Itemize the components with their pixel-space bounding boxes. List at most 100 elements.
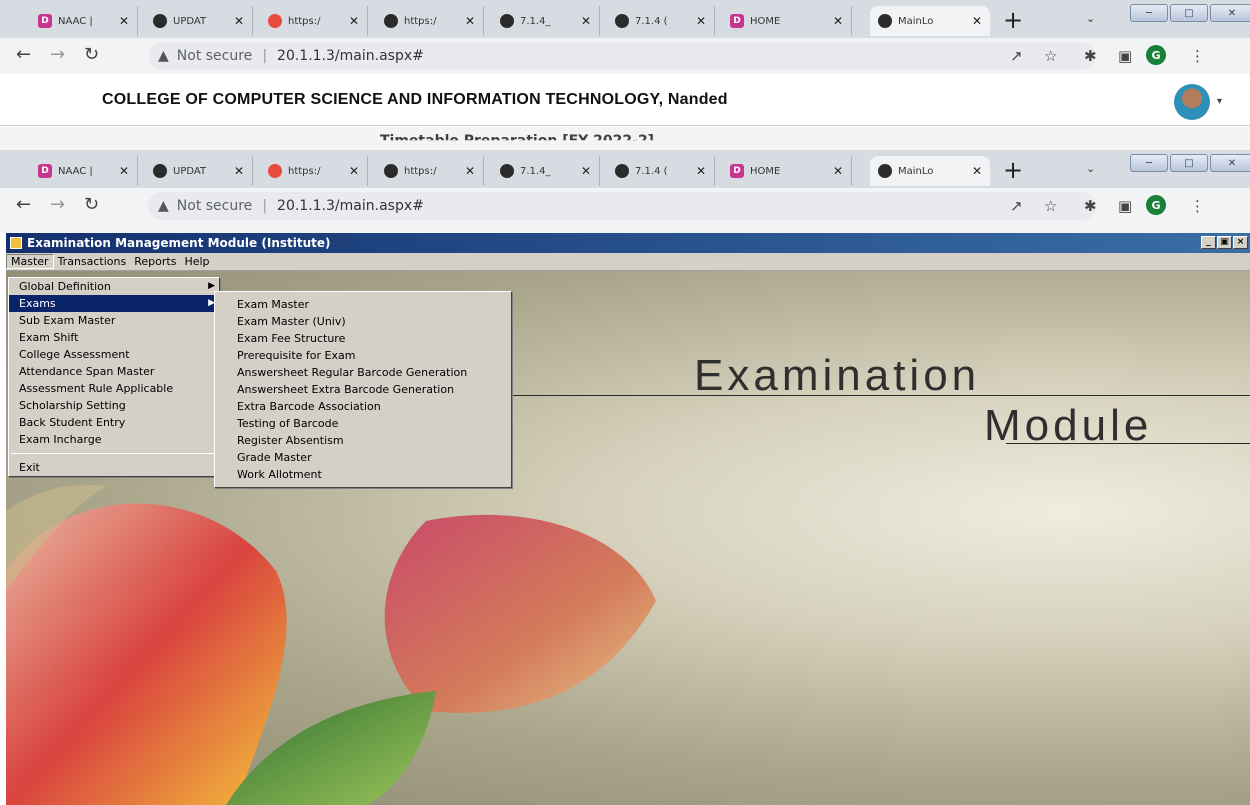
window-controls: ─ □ ✕ bbox=[1130, 4, 1250, 22]
browser-tab[interactable]: D HOME ✕ bbox=[722, 6, 852, 36]
close-tab-icon[interactable]: ✕ bbox=[696, 164, 706, 178]
submenu-item[interactable]: Answersheet Extra Barcode Generation bbox=[215, 381, 511, 398]
submenu-item[interactable]: Exam Master bbox=[215, 296, 511, 313]
share-icon[interactable]: ↗ bbox=[1010, 47, 1023, 65]
submenu-item[interactable]: Grade Master bbox=[215, 449, 511, 466]
close-tab-icon[interactable]: ✕ bbox=[349, 164, 359, 178]
menu-item[interactable]: Assessment Rule Applicable bbox=[9, 380, 219, 397]
maximize-button[interactable]: □ bbox=[1170, 4, 1208, 22]
menu-help[interactable]: Help bbox=[180, 255, 213, 268]
close-tab-icon[interactable]: ✕ bbox=[465, 164, 475, 178]
browser-tab-2[interactable]: 7.1.4 (✕ bbox=[607, 156, 715, 186]
close-tab-icon[interactable]: ✕ bbox=[234, 14, 244, 28]
maximize-button-2[interactable]: □ bbox=[1170, 154, 1208, 172]
browser-tab-2[interactable]: https:/ ✕ bbox=[260, 156, 368, 186]
back-icon-2[interactable]: ← bbox=[16, 194, 31, 215]
share-icon-2[interactable]: ↗ bbox=[1010, 197, 1023, 215]
menu-item[interactable]: Scholarship Setting bbox=[9, 397, 219, 414]
forward-icon-2[interactable]: → bbox=[50, 194, 65, 215]
menu-item[interactable]: Sub Exam Master bbox=[9, 312, 219, 329]
bookmark-star-icon[interactable]: ☆ bbox=[1044, 47, 1057, 65]
browser-tab[interactable]: UPDAT ✕ bbox=[145, 6, 253, 36]
omnibox-2[interactable]: ▲ Not secure | 20.1.1.3/main.aspx# bbox=[148, 192, 1096, 220]
close-tab-icon[interactable]: ✕ bbox=[833, 164, 843, 178]
close-tab-icon[interactable]: ✕ bbox=[119, 14, 129, 28]
globe-icon bbox=[878, 164, 892, 178]
browser-tab[interactable]: https:/ ✕ bbox=[260, 6, 368, 36]
tab-label: https:/ bbox=[288, 165, 321, 177]
close-tab-icon[interactable]: ✕ bbox=[972, 164, 982, 178]
side-panel-icon[interactable]: ▣ bbox=[1118, 47, 1132, 65]
close-tab-icon[interactable]: ✕ bbox=[833, 14, 843, 28]
app-minimize-button[interactable]: _ bbox=[1201, 236, 1216, 249]
menu-item[interactable]: Exam Shift bbox=[9, 329, 219, 346]
menu-kebab-icon[interactable]: ⋮ bbox=[1190, 47, 1205, 65]
minimize-button[interactable]: ─ bbox=[1130, 4, 1168, 22]
new-tab-button-2[interactable]: + bbox=[1003, 156, 1023, 184]
app-close-button[interactable]: × bbox=[1233, 236, 1248, 249]
submenu-item[interactable]: Prerequisite for Exam bbox=[215, 347, 511, 364]
menu-transactions[interactable]: Transactions bbox=[54, 255, 131, 268]
new-tab-button[interactable]: + bbox=[1003, 6, 1023, 34]
menu-item[interactable]: College Assessment bbox=[9, 346, 219, 363]
close-tab-icon[interactable]: ✕ bbox=[349, 14, 359, 28]
browser-tab-2[interactable]: D NAAC | ✕ bbox=[30, 156, 138, 186]
browser-tab[interactable]: https:/ ✕ bbox=[376, 6, 484, 36]
close-tab-icon[interactable]: ✕ bbox=[581, 164, 591, 178]
reload-icon-2[interactable]: ↻ bbox=[84, 194, 99, 215]
submenu-item[interactable]: Testing of Barcode bbox=[215, 415, 511, 432]
exit-menu-item[interactable]: Exit bbox=[9, 459, 219, 476]
menu-master[interactable]: Master bbox=[6, 254, 54, 269]
browser-tab[interactable]: D NAAC | ✕ bbox=[30, 6, 138, 36]
submenu-item[interactable]: Answersheet Regular Barcode Generation bbox=[215, 364, 511, 381]
address-bar-row: ← → ↻ ▲ Not secure | 20.1.1.3/main.aspx#… bbox=[0, 38, 1250, 74]
close-window-button-2[interactable]: ✕ bbox=[1210, 154, 1250, 172]
browser-tab[interactable]: 7.1.4 (✕ bbox=[607, 6, 715, 36]
menu-reports[interactable]: Reports bbox=[130, 255, 180, 268]
app-restore-button[interactable]: ▣ bbox=[1217, 236, 1232, 249]
browser-tab-2[interactable]: MainLo ✕ bbox=[870, 156, 990, 186]
browser-tab-2[interactable]: UPDAT ✕ bbox=[145, 156, 253, 186]
submenu-item[interactable]: Register Absentism bbox=[215, 432, 511, 449]
submenu-item[interactable]: Exam Master (Univ) bbox=[215, 313, 511, 330]
menu-item[interactable]: Exams ▶ bbox=[9, 295, 219, 312]
menu-item[interactable]: Back Student Entry bbox=[9, 414, 219, 431]
browser-tab-2[interactable]: D HOME ✕ bbox=[722, 156, 852, 186]
menu-item[interactable]: Attendance Span Master bbox=[9, 363, 219, 380]
browser-tab-2[interactable]: https:/ ✕ bbox=[376, 156, 484, 186]
user-avatar[interactable] bbox=[1174, 84, 1210, 120]
close-tab-icon[interactable]: ✕ bbox=[696, 14, 706, 28]
close-tab-icon[interactable]: ✕ bbox=[465, 14, 475, 28]
bookmark-star-icon-2[interactable]: ☆ bbox=[1044, 197, 1057, 215]
menu-kebab-icon-2[interactable]: ⋮ bbox=[1190, 197, 1205, 215]
browser-tab[interactable]: MainLo ✕ bbox=[870, 6, 990, 36]
submenu-item[interactable]: Extra Barcode Association bbox=[215, 398, 511, 415]
browser-tab-2[interactable]: 7.1.4_ ✕ bbox=[492, 156, 600, 186]
profile-avatar[interactable]: G bbox=[1146, 45, 1166, 65]
close-tab-icon[interactable]: ✕ bbox=[972, 14, 982, 28]
menu-item[interactable]: Global Definition ▶ bbox=[9, 278, 219, 295]
tab-search-chevron-icon[interactable]: ⌄ bbox=[1086, 12, 1095, 25]
submenu-item[interactable]: Exam Fee Structure bbox=[215, 330, 511, 347]
minimize-button-2[interactable]: ─ bbox=[1130, 154, 1168, 172]
back-icon[interactable]: ← bbox=[16, 44, 31, 65]
tab-search-chevron-icon-2[interactable]: ⌄ bbox=[1086, 162, 1095, 175]
extensions-icon[interactable]: ✱ bbox=[1084, 47, 1097, 65]
close-tab-icon[interactable]: ✕ bbox=[119, 164, 129, 178]
forward-icon[interactable]: → bbox=[50, 44, 65, 65]
extensions-icon-2[interactable]: ✱ bbox=[1084, 197, 1097, 215]
close-tab-icon[interactable]: ✕ bbox=[234, 164, 244, 178]
tab-label: 7.1.4_ bbox=[520, 165, 551, 177]
submenu-item[interactable]: Work Allotment bbox=[215, 466, 511, 483]
profile-avatar-2[interactable]: G bbox=[1146, 195, 1166, 215]
omnibox[interactable]: ▲ Not secure | 20.1.1.3/main.aspx# bbox=[148, 42, 1096, 70]
menu-item[interactable]: Exam Incharge bbox=[9, 431, 219, 448]
tab-label: MainLo bbox=[898, 165, 934, 177]
chevron-down-icon[interactable]: ▾ bbox=[1217, 96, 1222, 107]
browser-tab[interactable]: 7.1.4_ ✕ bbox=[492, 6, 600, 36]
reload-icon[interactable]: ↻ bbox=[84, 44, 99, 65]
app-menubar: Master Transactions Reports Help bbox=[6, 253, 1250, 271]
side-panel-icon-2[interactable]: ▣ bbox=[1118, 197, 1132, 215]
close-tab-icon[interactable]: ✕ bbox=[581, 14, 591, 28]
close-window-button[interactable]: ✕ bbox=[1210, 4, 1250, 22]
